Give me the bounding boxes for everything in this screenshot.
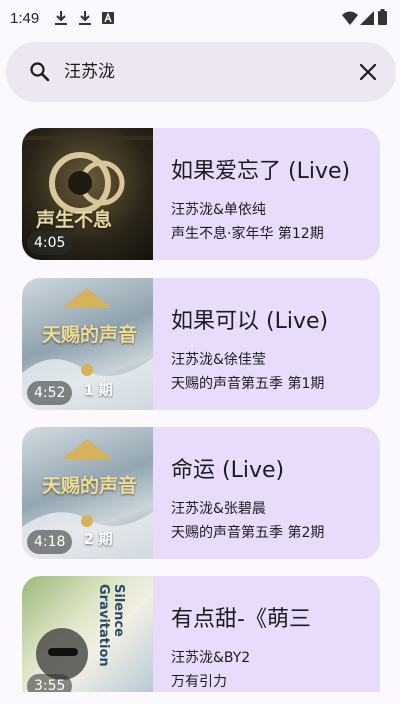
search-input[interactable]: 汪苏泷 bbox=[64, 60, 115, 84]
song-title: 如果爱忘了 (Live) bbox=[171, 159, 351, 184]
close-icon[interactable] bbox=[356, 60, 380, 84]
song-artist: 汪苏泷&张碧晨 bbox=[171, 501, 266, 517]
song-title: 有点甜-《萌三 bbox=[171, 607, 311, 632]
song-album: 万有引力 bbox=[171, 674, 227, 690]
song-album: 声生不息·家年华 第12期 bbox=[171, 226, 324, 242]
list-item[interactable]: 天赐的声音 4:18 2 期 命运 (Live) 汪苏泷&张碧晨 天赐的声音第五… bbox=[22, 427, 380, 559]
cover-title: 天赐的声音 bbox=[42, 324, 138, 346]
episode-label: 1 期 bbox=[84, 383, 113, 399]
signal-icon bbox=[360, 11, 374, 25]
search-bar[interactable]: 汪苏泷 bbox=[6, 42, 396, 102]
album-cover: 天赐的声音 4:52 1 期 bbox=[22, 278, 153, 410]
list-item[interactable]: 声生不息 4:05 如果爱忘了 (Live) 汪苏泷&单依纯 声生不息·家年华 … bbox=[22, 128, 380, 260]
duration-badge: 4:52 bbox=[27, 381, 73, 405]
album-cover: 天赐的声音 4:18 2 期 bbox=[22, 427, 153, 559]
list-item[interactable]: Silence Gravitation 3:55 有点甜-《萌三 汪苏泷&BY2… bbox=[22, 576, 380, 692]
battery-icon bbox=[378, 9, 387, 25]
duration-badge: 4:18 bbox=[27, 530, 73, 554]
cover-title: 声生不息 bbox=[36, 209, 113, 231]
song-artist: 汪苏泷&BY2 bbox=[171, 650, 251, 666]
song-album: 天赐的声音第五季 第1期 bbox=[171, 376, 325, 392]
song-artist: 汪苏泷&徐佳莹 bbox=[171, 352, 266, 368]
song-title: 命运 (Live) bbox=[171, 458, 285, 483]
duration-badge: 3:55 bbox=[27, 674, 73, 692]
download-icon bbox=[79, 11, 91, 25]
list-item[interactable]: 天赐的声音 4:52 1 期 如果可以 (Live) 汪苏泷&徐佳莹 天赐的声音… bbox=[22, 278, 380, 410]
status-bar: 1:49 bbox=[0, 0, 400, 40]
status-time: 1:49 bbox=[10, 10, 40, 27]
episode-label: 2 期 bbox=[84, 532, 113, 548]
cover-title: Silence Gravitation bbox=[96, 584, 126, 667]
song-title: 如果可以 (Live) bbox=[171, 309, 329, 334]
album-cover: 声生不息 4:05 bbox=[22, 128, 153, 260]
duration-badge: 4:05 bbox=[27, 231, 73, 255]
search-icon[interactable] bbox=[28, 60, 52, 84]
text-app-icon bbox=[102, 12, 114, 24]
album-cover: Silence Gravitation 3:55 bbox=[22, 576, 153, 692]
download-icon bbox=[55, 11, 67, 25]
song-artist: 汪苏泷&单依纯 bbox=[171, 202, 266, 218]
wifi-icon bbox=[342, 11, 358, 25]
cover-title: 天赐的声音 bbox=[42, 475, 138, 497]
song-album: 天赐的声音第五季 第2期 bbox=[171, 525, 325, 541]
